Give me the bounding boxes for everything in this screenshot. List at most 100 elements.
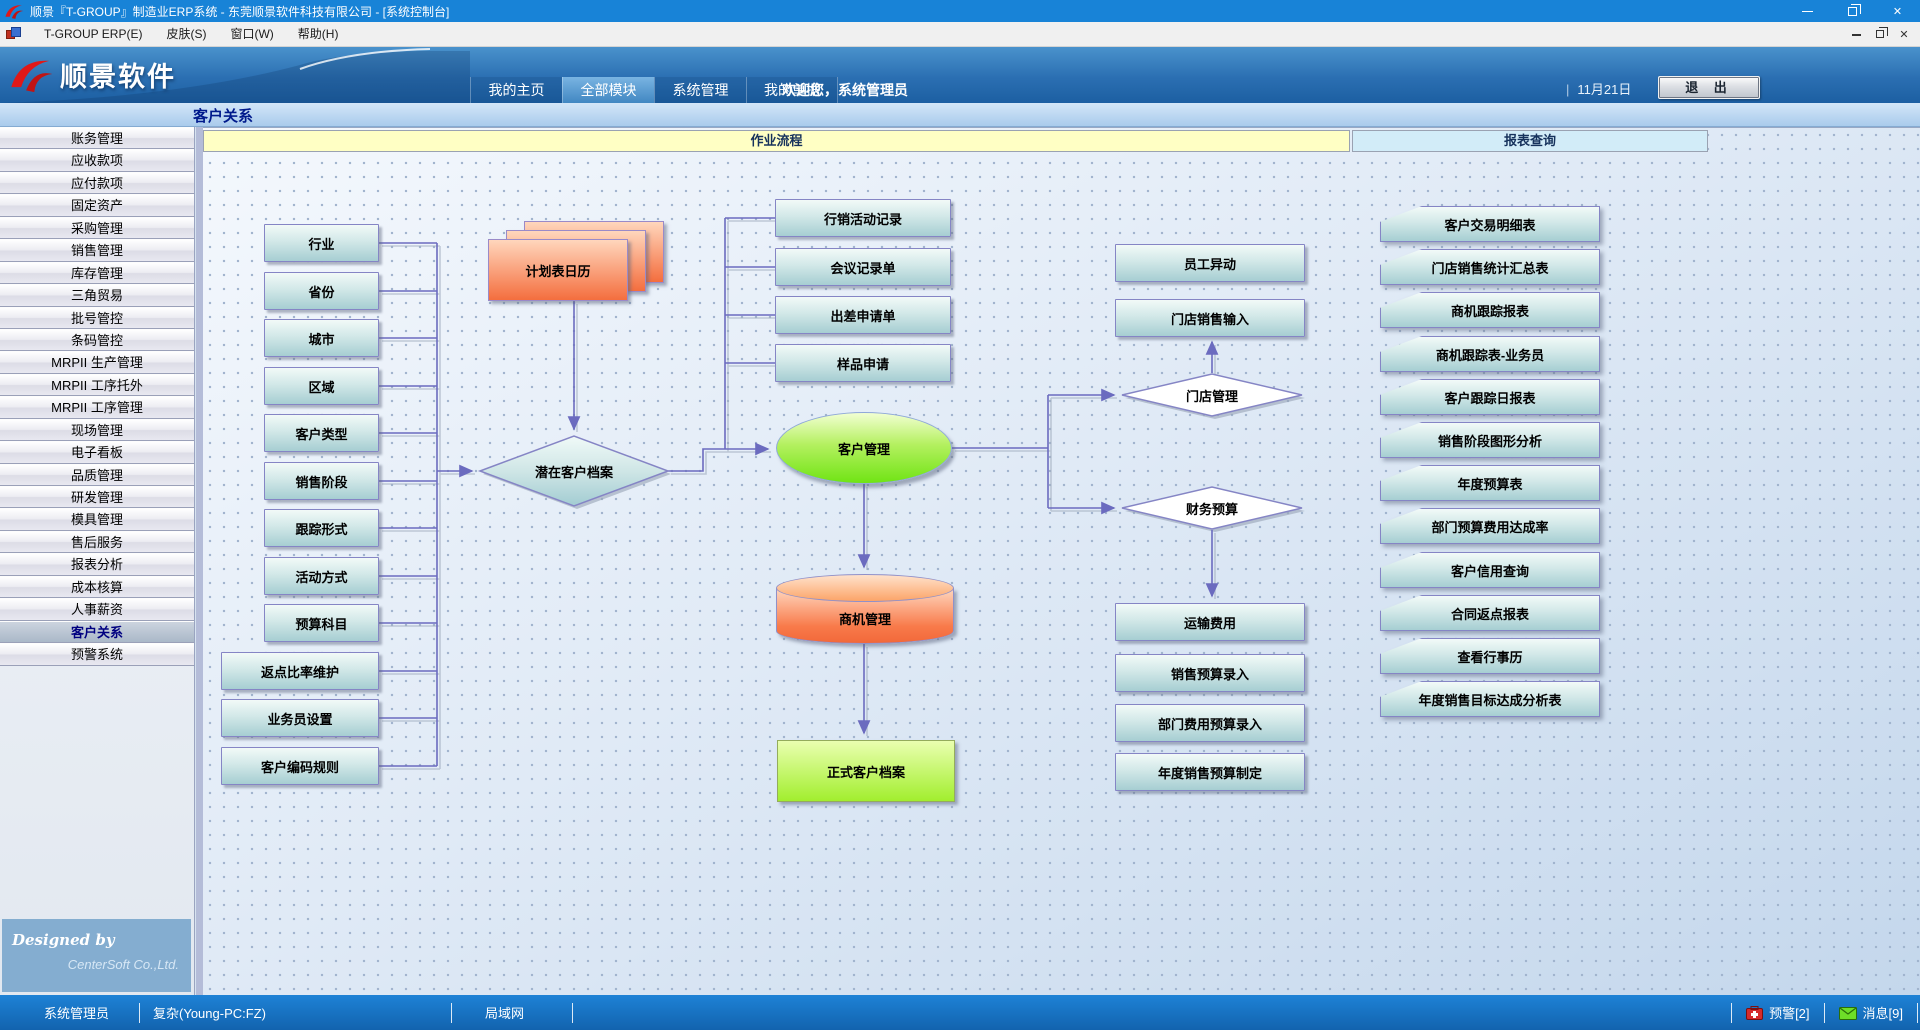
sidebar-item[interactable]: 三角贸易	[0, 284, 194, 306]
menu-window[interactable]: 窗口(W)	[218, 22, 285, 47]
sidebar-item[interactable]: 固定资产	[0, 194, 194, 216]
flow-node[interactable]: 运输费用	[1115, 603, 1305, 641]
app-logo-icon	[4, 2, 24, 20]
alert-kit-icon	[1746, 1006, 1763, 1020]
sidebar-item[interactable]: 应付款项	[0, 172, 194, 194]
sidebar-item-selected[interactable]: 客户关系	[0, 621, 194, 643]
menu-tgroup-erp[interactable]: T-GROUP ERP(E)	[32, 22, 154, 47]
sidebar-item[interactable]: 成本核算	[0, 576, 194, 598]
flow-node[interactable]: 返点比率维护	[221, 652, 379, 690]
report-item[interactable]: 商机跟踪报表	[1380, 292, 1600, 328]
flow-node[interactable]: 销售阶段	[264, 462, 379, 500]
mdi-restore-button[interactable]	[1868, 29, 1892, 41]
report-item[interactable]: 客户跟踪日报表	[1380, 379, 1600, 415]
flow-node[interactable]: 跟踪形式	[264, 509, 379, 547]
opportunity-cylinder-top	[776, 574, 954, 602]
sidebar-item[interactable]: 销售管理	[0, 239, 194, 261]
report-item[interactable]: 合同返点报表	[1380, 595, 1600, 631]
sidebar-item[interactable]: 应收款项	[0, 149, 194, 171]
flow-node[interactable]: 行销活动记录	[775, 199, 951, 237]
status-user: 系统管理员	[44, 1003, 109, 1022]
mdi-minimize-button[interactable]	[1844, 29, 1868, 41]
header-banner: 顺景软件 我的主页 全部模块 系统管理 我的单据 欢迎您，系统管理员 |11月2…	[0, 47, 1920, 103]
window-title: 顺景『T-GROUP』制造业ERP系统 - 东莞顺景软件科技有限公司 - [系统…	[30, 3, 449, 20]
tab-system-mgmt[interactable]: 系统管理	[654, 77, 746, 103]
sidebar-item[interactable]: 模具管理	[0, 508, 194, 530]
flow-node[interactable]: 行业	[264, 224, 379, 262]
flow-node[interactable]: 业务员设置	[221, 699, 379, 737]
sidebar-item[interactable]: 库存管理	[0, 262, 194, 284]
flow-node[interactable]: 出差申请单	[775, 296, 951, 334]
flow-node[interactable]: 客户类型	[264, 414, 379, 452]
sidebar-item[interactable]: 人事薪资	[0, 598, 194, 620]
flow-connectors	[203, 128, 1920, 994]
exit-button[interactable]: 退 出	[1658, 76, 1760, 99]
report-item[interactable]: 年度预算表	[1380, 465, 1600, 501]
brand-name: 顺景软件	[60, 55, 176, 94]
sidebar-item[interactable]: MRPII 工序管理	[0, 396, 194, 418]
flow-node[interactable]: 省份	[264, 272, 379, 310]
report-item[interactable]: 查看行事历	[1380, 638, 1600, 674]
sidebar-item[interactable]: 售后服务	[0, 531, 194, 553]
workflow-canvas: 作业流程 报表查询	[203, 127, 1920, 995]
tab-my-home[interactable]: 我的主页	[470, 77, 562, 103]
report-item[interactable]: 年度销售目标达成分析表	[1380, 681, 1600, 717]
sidebar-item[interactable]: 报表分析	[0, 553, 194, 575]
flow-node[interactable]: 预算科目	[264, 604, 379, 642]
mdi-close-button[interactable]: ✕	[1892, 28, 1916, 41]
flow-node[interactable]: 城市	[264, 319, 379, 357]
flow-node[interactable]: 年度销售预算制定	[1115, 753, 1305, 791]
flow-node[interactable]: 门店销售输入	[1115, 299, 1305, 337]
store-mgmt-label[interactable]: 门店管理	[1132, 383, 1292, 407]
menu-skin[interactable]: 皮肤(S)	[154, 22, 218, 47]
flow-node[interactable]: 销售预算录入	[1115, 654, 1305, 692]
sidebar-item[interactable]: MRPII 工序托外	[0, 374, 194, 396]
mdi-child-icon	[6, 27, 22, 41]
calendar-node[interactable]: 计划表日历	[488, 239, 628, 301]
formal-customer-node[interactable]: 正式客户档案	[777, 740, 955, 802]
sidebar-item[interactable]: 预警系统	[0, 643, 194, 665]
report-item[interactable]: 部门预算费用达成率	[1380, 508, 1600, 544]
window-minimize-button[interactable]	[1785, 0, 1830, 22]
sidebar-item[interactable]: 条码管控	[0, 329, 194, 351]
tab-all-modules[interactable]: 全部模块	[562, 77, 654, 103]
report-item[interactable]: 客户信用查询	[1380, 552, 1600, 588]
menu-help[interactable]: 帮助(H)	[286, 22, 351, 47]
window-close-button[interactable]: ✕	[1875, 0, 1920, 22]
menu-bar: T-GROUP ERP(E) 皮肤(S) 窗口(W) 帮助(H)	[0, 22, 1920, 47]
welcome-text: 欢迎您，系统管理员	[782, 80, 908, 100]
potential-customer-label[interactable]: 潜在客户档案	[490, 459, 658, 483]
flow-node[interactable]: 活动方式	[264, 557, 379, 595]
module-sidebar: 账务管理 应收款项 应付款项 固定资产 采购管理 销售管理 库存管理 三角贸易 …	[0, 127, 195, 995]
customer-mgmt-node[interactable]: 客户管理	[776, 412, 952, 484]
status-message[interactable]: 消息[9]	[1839, 1003, 1903, 1022]
sidebar-item[interactable]: 批号管控	[0, 307, 194, 329]
flow-node[interactable]: 客户编码规则	[221, 747, 379, 785]
finance-budget-label[interactable]: 财务预算	[1132, 496, 1292, 520]
brand-logo-icon	[8, 53, 54, 95]
report-item[interactable]: 门店销售统计汇总表	[1380, 249, 1600, 285]
sidebar-splitter[interactable]	[196, 127, 203, 995]
report-item[interactable]: 客户交易明细表	[1380, 206, 1600, 242]
erp-application-window: 顺景『T-GROUP』制造业ERP系统 - 东莞顺景软件科技有限公司 - [系统…	[0, 0, 1920, 1030]
sidebar-item[interactable]: MRPII 生产管理	[0, 351, 194, 373]
sidebar-item[interactable]: 现场管理	[0, 419, 194, 441]
report-item[interactable]: 销售阶段图形分析	[1380, 422, 1600, 458]
mdi-window-controls: ✕	[1844, 22, 1916, 47]
flow-node[interactable]: 区域	[264, 367, 379, 405]
sidebar-item[interactable]: 电子看板	[0, 441, 194, 463]
flow-node[interactable]: 会议记录单	[775, 248, 951, 286]
flow-node[interactable]: 样品申请	[775, 344, 951, 382]
status-alert[interactable]: 预警[2]	[1746, 1003, 1809, 1022]
sidebar-item[interactable]: 账务管理	[0, 127, 194, 149]
status-connection: 复杂(Young-PC:FZ)	[153, 1003, 266, 1022]
report-item[interactable]: 商机跟踪表-业务员	[1380, 336, 1600, 372]
sidebar-item[interactable]: 采购管理	[0, 217, 194, 239]
window-restore-button[interactable]	[1830, 0, 1875, 22]
page-title-bar: 客户关系	[0, 103, 1920, 127]
status-network: 局域网	[485, 1003, 524, 1022]
sidebar-item[interactable]: 研发管理	[0, 486, 194, 508]
flow-node[interactable]: 部门费用预算录入	[1115, 704, 1305, 742]
flow-node[interactable]: 员工异动	[1115, 244, 1305, 282]
sidebar-item[interactable]: 品质管理	[0, 464, 194, 486]
